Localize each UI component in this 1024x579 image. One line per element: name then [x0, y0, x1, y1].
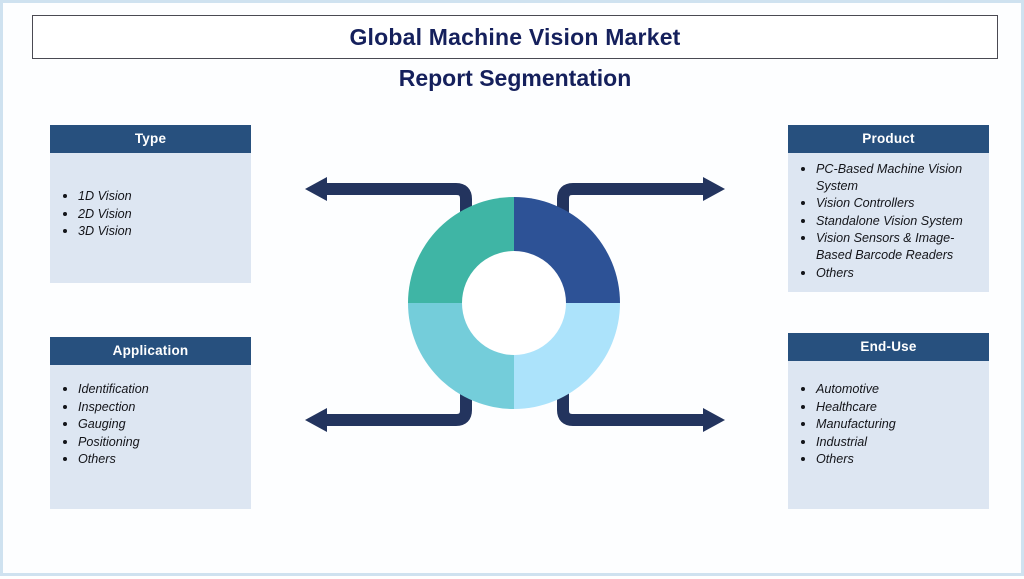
- arrow-top-left-head: [305, 177, 327, 201]
- segment-body-type: 1D Vision2D Vision3D Vision: [50, 153, 251, 283]
- list-item: Positioning: [78, 434, 245, 451]
- list-item: 1D Vision: [78, 188, 245, 205]
- list-item: Identification: [78, 381, 245, 398]
- page-subtitle: Report Segmentation: [398, 65, 632, 91]
- arrow-bottom-left-head: [305, 408, 327, 432]
- list-item: PC-Based Machine Vision System: [816, 161, 983, 194]
- list-item: Industrial: [816, 434, 983, 451]
- segment-header-type: Type: [50, 125, 251, 153]
- list-item: Healthcare: [816, 399, 983, 416]
- list-item: Vision Controllers: [816, 195, 983, 212]
- page-title: Global Machine Vision Market: [349, 23, 681, 50]
- segment-body-end-use: AutomotiveHealthcareManufacturingIndustr…: [788, 361, 989, 509]
- segment-list-product: PC-Based Machine Vision SystemVision Con…: [792, 161, 983, 281]
- segment-list-application: IdentificationInspectionGaugingPositioni…: [54, 381, 245, 468]
- list-item: Inspection: [78, 399, 245, 416]
- list-item: 2D Vision: [78, 206, 245, 223]
- list-item: Others: [816, 451, 983, 468]
- arrow-top-right-head: [703, 177, 725, 201]
- list-item: Standalone Vision System: [816, 213, 983, 230]
- arrow-bottom-right-head: [703, 408, 725, 432]
- title-box: Global Machine Vision Market: [32, 15, 998, 59]
- segment-panel-application: Application IdentificationInspectionGaug…: [50, 337, 251, 509]
- segment-header-product: Product: [788, 125, 989, 153]
- segment-panel-product: Product PC-Based Machine Vision SystemVi…: [788, 125, 989, 292]
- segment-body-application: IdentificationInspectionGaugingPositioni…: [50, 365, 251, 509]
- list-item: Others: [78, 451, 245, 468]
- segment-panel-end-use: End-Use AutomotiveHealthcareManufacturin…: [788, 333, 989, 509]
- infographic-page: Global Machine Vision Market Report Segm…: [0, 0, 1024, 576]
- list-item: Vision Sensors & Image-Based Barcode Rea…: [816, 230, 983, 263]
- list-item: Automotive: [816, 381, 983, 398]
- donut-ring: [408, 197, 620, 409]
- list-item: Others: [816, 265, 983, 282]
- segment-header-application: Application: [50, 337, 251, 365]
- segment-body-product: PC-Based Machine Vision SystemVision Con…: [788, 153, 989, 292]
- segment-list-end-use: AutomotiveHealthcareManufacturingIndustr…: [792, 381, 983, 468]
- donut-hole: [462, 251, 566, 355]
- segmentation-donut-chart: [408, 197, 620, 409]
- segment-panel-type: Type 1D Vision2D Vision3D Vision: [50, 125, 251, 283]
- list-item: 3D Vision: [78, 223, 245, 240]
- segment-list-type: 1D Vision2D Vision3D Vision: [54, 188, 245, 240]
- list-item: Gauging: [78, 416, 245, 433]
- segment-header-end-use: End-Use: [788, 333, 989, 361]
- list-item: Manufacturing: [816, 416, 983, 433]
